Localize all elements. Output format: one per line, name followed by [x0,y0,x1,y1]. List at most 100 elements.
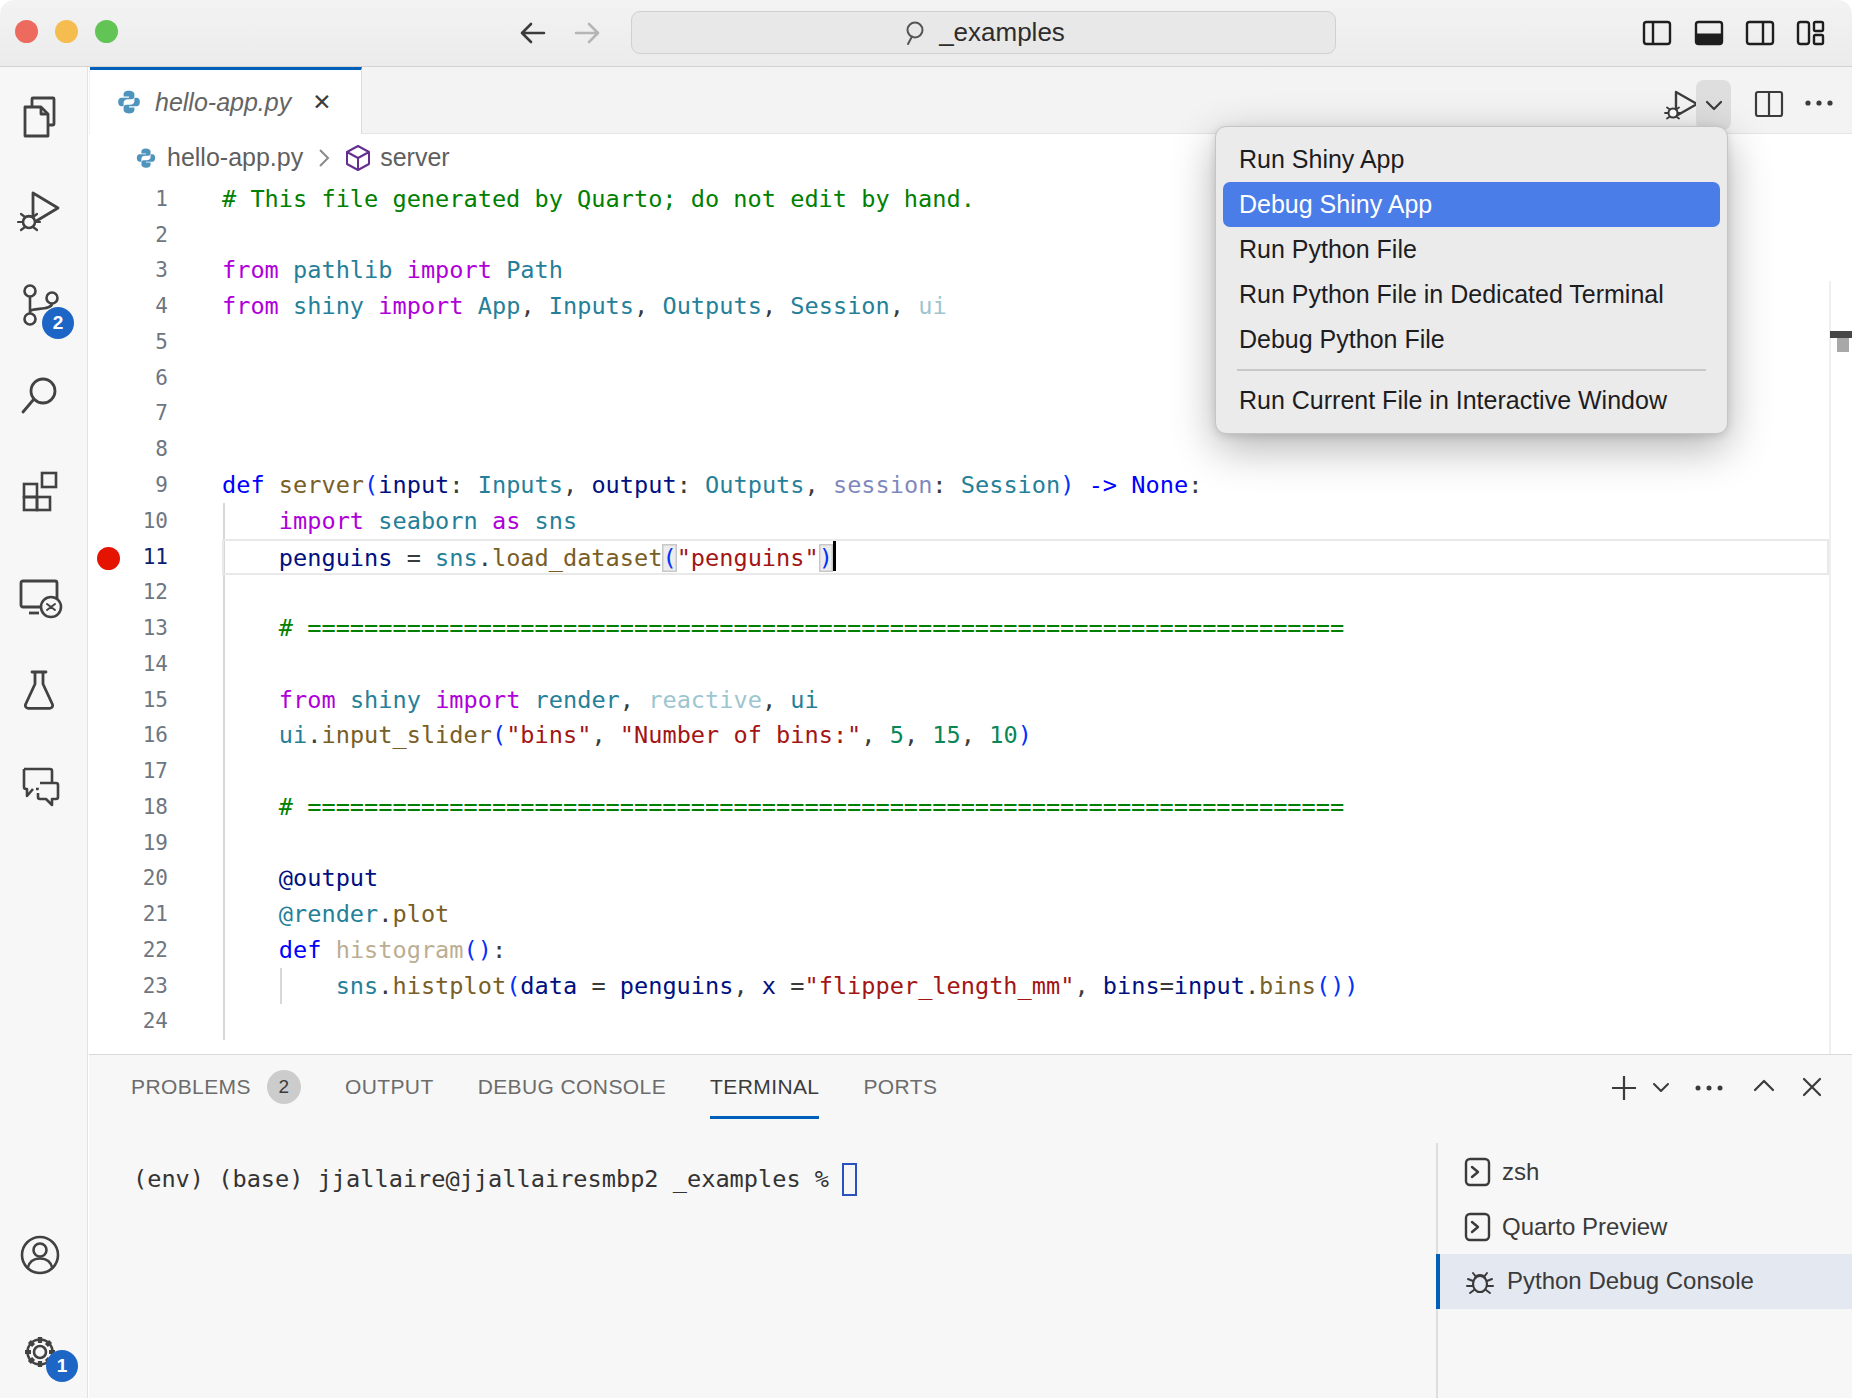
line-number[interactable]: 18 [89,795,168,819]
terminal-session-quarto-preview[interactable]: Quarto Preview [1436,1200,1852,1255]
explorer-icon[interactable] [16,93,64,141]
debug-console-icon [1464,1265,1496,1297]
terminal-session-python-debug-console[interactable]: Python Debug Console [1436,1254,1852,1309]
customize-layout-icon[interactable] [1793,16,1827,50]
new-terminal-icon[interactable] [1609,1073,1639,1103]
code-line-24[interactable]: 24 [89,1004,1852,1040]
menu-item-debug-shiny-app[interactable]: Debug Shiny App [1223,182,1720,227]
code-text: @render.plot [222,900,449,928]
window-search-field[interactable]: _examples [631,11,1336,54]
run-dropdown-button[interactable] [1696,80,1731,130]
line-number[interactable]: 4 [89,294,168,318]
testing-icon[interactable] [16,666,64,714]
line-number[interactable]: 15 [89,688,168,712]
code-line-17[interactable]: 17 [89,753,1852,789]
breadcrumb-symbol[interactable]: server [380,143,449,172]
toggle-right-sidebar-icon[interactable] [1743,16,1777,50]
menu-item-run-python-file-in-dedicated-terminal[interactable]: Run Python File in Dedicated Terminal [1223,272,1720,317]
toggle-bottom-panel-icon[interactable] [1692,16,1726,50]
panel-tab-output[interactable]: OUTPUT [345,1055,434,1119]
search-icon [902,19,930,47]
line-number[interactable]: 17 [89,759,168,783]
line-number[interactable]: 2 [89,223,168,247]
code-line-15[interactable]: 15 from shiny import render, reactive, u… [89,682,1852,718]
forward-arrow-icon[interactable] [570,16,604,50]
maximize-window-button[interactable] [95,20,118,43]
code-line-14[interactable]: 14 [89,646,1852,682]
menu-item-run-shiny-app[interactable]: Run Shiny App [1223,137,1720,182]
code-line-10[interactable]: 10 import seaborn as sns [89,503,1852,539]
close-window-button[interactable] [15,20,38,43]
code-line-19[interactable]: 19 [89,825,1852,861]
menu-item-debug-python-file[interactable]: Debug Python File [1223,317,1720,362]
code-line-18[interactable]: 18 # ===================================… [89,789,1852,825]
panel-tab-debug-console[interactable]: DEBUG CONSOLE [478,1055,666,1119]
line-number[interactable]: 12 [89,580,168,604]
run-debug-icon[interactable] [16,186,64,234]
line-number[interactable]: 6 [89,366,168,390]
code-text: # This file generated by Quarto; do not … [222,185,975,213]
panel-tab-problems[interactable]: PROBLEMS2 [131,1055,301,1119]
line-number[interactable]: 19 [89,831,168,855]
account-icon[interactable] [16,1231,64,1279]
code-text: def histogram(): [222,936,506,964]
code-text: from shiny import App, Inputs, Outputs, … [222,292,947,320]
back-arrow-icon[interactable] [516,16,550,50]
terminal-output[interactable]: (env) (base) jjallaire@jjallairesmbp2 _e… [133,1159,857,1199]
menu-item-run-python-file[interactable]: Run Python File [1223,227,1720,272]
split-editor-icon[interactable] [1754,90,1784,118]
line-number[interactable]: 14 [89,652,168,676]
code-line-8[interactable]: 8 [89,431,1852,467]
panel-tab-ports[interactable]: PORTS [863,1055,937,1119]
line-number[interactable]: 16 [89,723,168,747]
line-number[interactable]: 24 [89,1009,168,1033]
line-number[interactable]: 7 [89,401,168,425]
code-line-20[interactable]: 20 @output [89,861,1852,897]
line-number[interactable]: 8 [89,437,168,461]
line-number[interactable]: 10 [89,509,168,533]
code-line-13[interactable]: 13 # ===================================… [89,610,1852,646]
code-line-9[interactable]: 9def server(input: Inputs, output: Outpu… [89,467,1852,503]
code-text: import seaborn as sns [222,507,577,535]
terminal-session-zsh[interactable]: zsh [1436,1145,1852,1200]
line-number[interactable]: 13 [89,616,168,640]
terminal-dropdown-icon[interactable] [1651,1081,1671,1095]
code-line-21[interactable]: 21 @render.plot [89,896,1852,932]
symbol-namespace-icon [345,144,371,172]
code-text: sns.histplot(data = penguins, x ="flippe… [222,972,1359,1000]
panel-tab-terminal[interactable]: TERMINAL [710,1055,819,1119]
remote-explorer-icon[interactable] [16,573,64,621]
comments-icon[interactable] [16,761,64,809]
code-line-22[interactable]: 22 def histogram(): [89,932,1852,968]
line-number[interactable]: 9 [89,473,168,497]
line-number[interactable]: 21 [89,902,168,926]
line-number[interactable]: 23 [89,974,168,998]
text-cursor [833,541,836,571]
code-line-12[interactable]: 12 [89,574,1852,610]
panel-more-actions-icon[interactable] [1694,1083,1724,1093]
code-line-16[interactable]: 16 ui.input_slider("bins", "Number of bi… [89,717,1852,753]
line-number[interactable]: 3 [89,258,168,282]
line-number[interactable]: 20 [89,866,168,890]
python-file-icon-small [135,147,157,169]
session-label: zsh [1502,1158,1539,1186]
tab-close-icon[interactable]: ✕ [312,89,331,115]
code-line-23[interactable]: 23 sns.histplot(data = penguins, x ="fli… [89,968,1852,1004]
search-sidebar-icon[interactable] [16,373,64,421]
settings-badge: 1 [46,1350,78,1382]
extensions-icon[interactable] [16,466,64,514]
menu-item-run-current-file-in-interactive-window[interactable]: Run Current File in Interactive Window [1223,378,1720,423]
line-number[interactable]: 1 [89,187,168,211]
maximize-panel-icon[interactable] [1752,1077,1776,1093]
minimize-window-button[interactable] [55,20,78,43]
terminal-icon [1464,1211,1491,1243]
breadcrumb-file[interactable]: hello-app.py [167,143,303,172]
line-number[interactable]: 22 [89,938,168,962]
editor-more-actions-icon[interactable] [1804,97,1834,109]
line-number[interactable]: 11 [89,545,168,569]
close-panel-icon[interactable] [1800,1075,1824,1099]
line-number[interactable]: 5 [89,330,168,354]
tab-hello-app[interactable]: hello-app.py ✕ [90,67,362,134]
source-control-badge: 2 [42,307,74,339]
toggle-left-sidebar-icon[interactable] [1640,16,1674,50]
